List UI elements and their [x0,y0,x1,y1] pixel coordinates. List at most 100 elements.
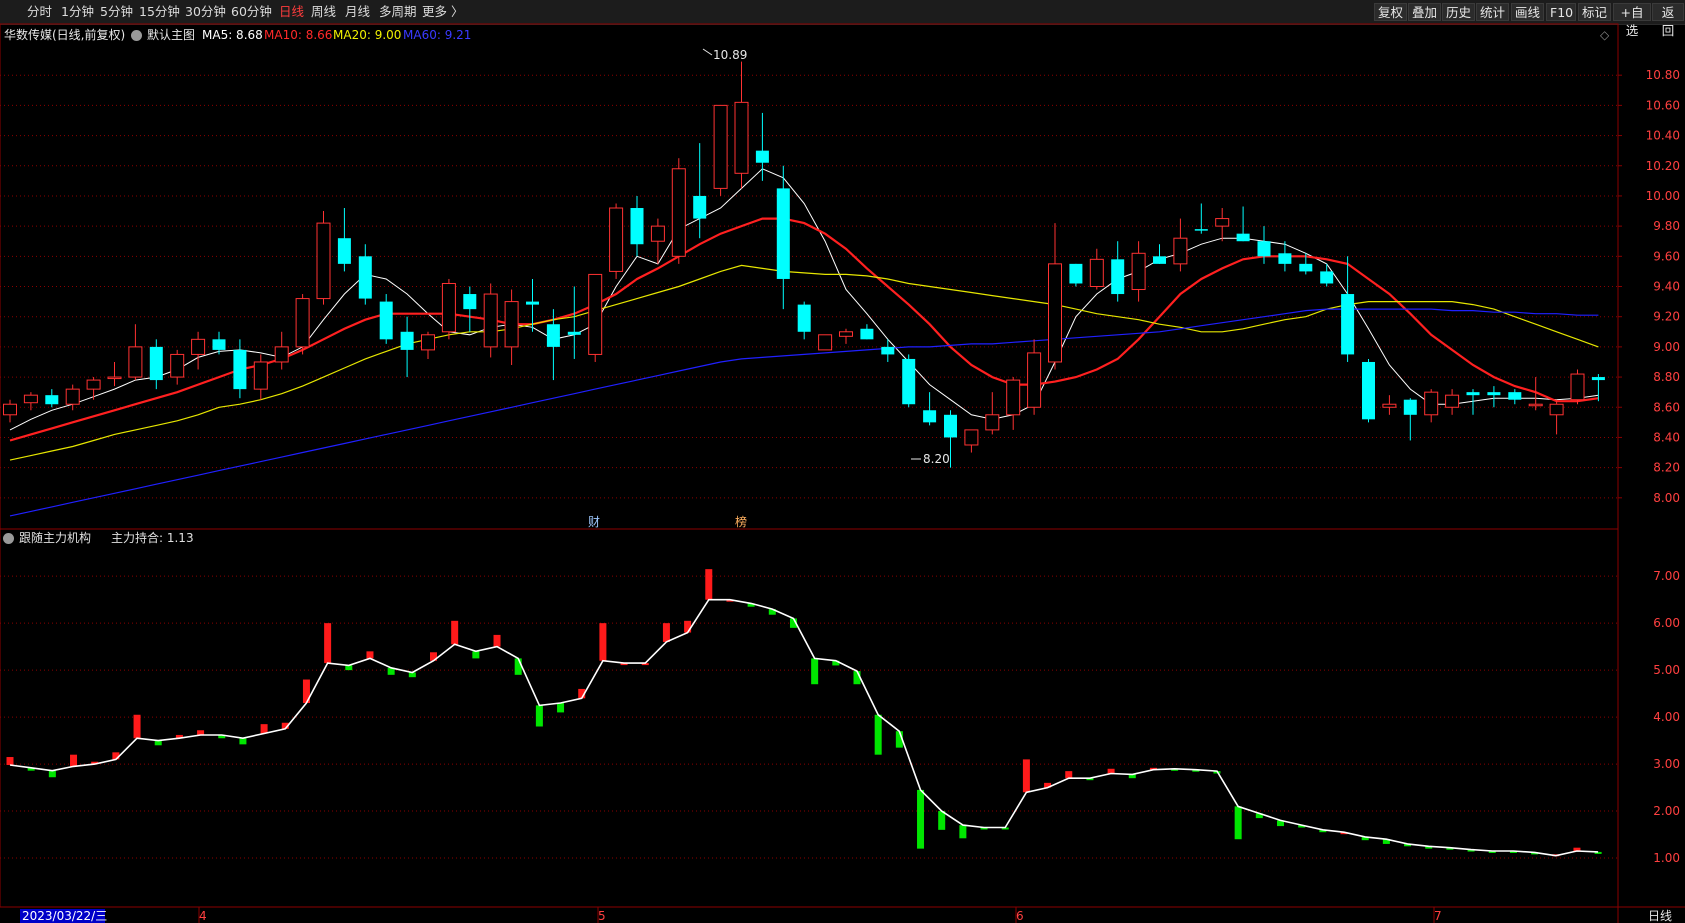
x-axis-date-label: 2023/03/22/三 [22,909,107,923]
candle [818,334,833,351]
candle-body [734,101,749,174]
candle-body [1194,229,1208,231]
candle-body [567,331,581,335]
indicator-bar [917,789,925,849]
indicator-bar [133,714,141,739]
candle-body [526,301,539,305]
candle [630,195,644,257]
indicator-bar [874,714,882,755]
candle-body [1215,218,1230,227]
candle [839,328,853,344]
price-tick-label: 8.60 [1653,400,1680,414]
candle-body [1048,263,1062,363]
indicator-bar [70,754,78,767]
candle-body [1257,241,1271,257]
price-tick-label: 10.80 [1646,68,1680,82]
candle [1570,369,1585,405]
main-panel-frame [0,23,1619,530]
candle [1487,386,1501,408]
indicator-tick-label: 6.00 [1653,616,1680,630]
candle-body [755,150,769,163]
candle-body [358,256,372,299]
candle [379,294,393,344]
indicator-bar [938,811,946,830]
indicator-bar [1234,806,1242,840]
candle-body [1403,399,1417,415]
candle-body [170,353,185,378]
candle [1048,223,1062,370]
indicator-tick-label: 5.00 [1653,663,1680,677]
finance-event-marker[interactable]: 财 [588,515,600,529]
indicator-line [9,598,1599,857]
candle-body [504,301,519,348]
candle [797,301,811,340]
candle [1027,339,1042,415]
candle-body [253,361,268,390]
candle-body [1528,403,1543,407]
candle-body [902,358,916,405]
indicator-bar [959,825,967,839]
candle-body [1320,271,1334,284]
candle-body [713,104,728,189]
candle-body [149,346,163,381]
candle-body [818,334,833,351]
period-label: 日线 [1648,909,1672,923]
candle-body [839,331,853,337]
indicator-bar [811,658,819,685]
candle-body [860,328,874,340]
high-arrow [702,48,713,56]
stock-chart[interactable]: 8.00 8.20 8.40 8.60 8.80 9.00 9.20 9.40 9.60 9.80… [0,0,1685,923]
candle-body [671,168,686,257]
candle-body [588,273,603,355]
candle-body [1549,403,1564,416]
candle-body [3,403,17,416]
indicator-tick-label: 1.00 [1653,851,1680,865]
ranking-event-marker[interactable]: 榜 [735,514,747,529]
candle [1591,374,1605,402]
candle [1111,241,1125,302]
candle-body [1006,379,1021,416]
candle-body [1591,377,1605,381]
candle [1508,389,1522,405]
price-tick-label: 8.00 [1653,491,1680,505]
candle-body [1069,263,1083,284]
candle [337,208,351,272]
candle-body [337,238,351,264]
candle-body [400,331,414,350]
candle-body [212,339,226,350]
candle-body [776,188,790,279]
indicator-bar [324,623,332,664]
price-tick-label: 9.20 [1653,310,1680,324]
candle-body [191,338,206,355]
candle-body [1236,233,1250,242]
candle-body [650,225,665,242]
indicator-bar [493,634,501,647]
candle [671,158,686,264]
price-tick-label: 10.60 [1646,98,1680,112]
candle-body [609,207,624,272]
candle-body [1424,391,1439,416]
candle [45,389,59,408]
indicator-bar [6,757,14,766]
candle-body [1089,258,1104,287]
candle [316,211,331,305]
candle-body [463,294,477,310]
candle-body [295,298,310,348]
candle [253,354,268,400]
candle [86,377,101,400]
candle [1403,398,1417,441]
indicator-tick-label: 4.00 [1653,710,1680,724]
candle-body [1299,263,1313,272]
candle-body [86,379,101,390]
candle-body [1153,256,1166,264]
candle-body [797,304,811,332]
candle [609,203,624,279]
candle-body [944,414,957,438]
candle [860,324,874,340]
candle [902,354,916,408]
candle [23,392,38,411]
candle [1341,256,1355,362]
candle [1549,399,1564,435]
candle-body [274,346,289,363]
candle-body [1508,392,1522,400]
